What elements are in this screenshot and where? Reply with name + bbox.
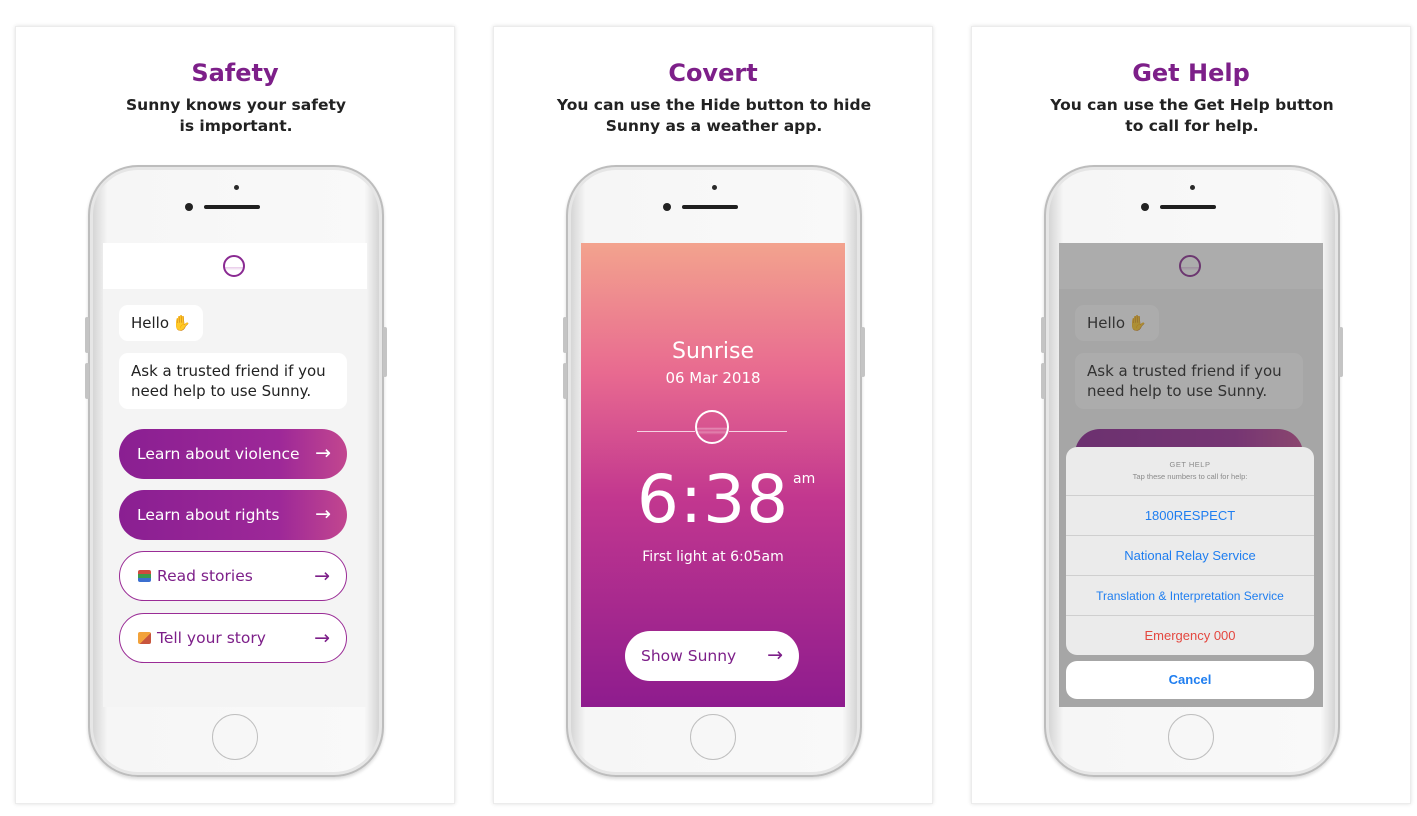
earpiece-speaker [682,205,738,209]
message-line: need help to use Sunny. [131,382,312,400]
front-camera [663,203,671,211]
volume-button [563,363,567,399]
button-label: Tell your story [157,629,266,647]
panel-title: Safety [191,59,279,87]
call-translation-service-option[interactable]: Translation & Interpretation Service [1066,575,1314,615]
panel-subtitle: You can use the Get Help button to call … [992,95,1392,137]
action-sheet-title: GET HELP [1169,460,1211,469]
call-national-relay-option[interactable]: National Relay Service [1066,535,1314,575]
message-line: Ask a trusted friend if you [131,362,326,380]
safety-panel: Safety Sunny knows your safety is import… [15,26,455,804]
subtitle-line: Sunny knows your safety [126,96,346,114]
call-emergency-000-option[interactable]: Emergency 000 [1066,615,1314,655]
volume-button [85,317,89,353]
get-help-screen: Hello ✋ Ask a trusted friend if you need … [1059,243,1323,707]
greeting-text: Hello [131,314,170,332]
subtitle-line: You can use the Get Help button [1050,96,1334,114]
volume-button [1041,317,1045,353]
subtitle-line: Sunny as a weather app. [605,117,823,135]
chat-bubble-greeting: Hello ✋ [119,305,203,341]
time-period: am [793,471,816,487]
get-help-panel: Get Help You can use the Get Help button… [971,26,1411,804]
arrow-right-icon: → [767,644,783,666]
read-stories-button[interactable]: Read stories → [119,551,347,601]
panel-subtitle: You can use the Hide button to hide Sunn… [514,95,914,137]
panel-title: Get Help [1132,59,1250,87]
weather-disguise-screen: Sunrise 06 Mar 2018 6:38 am First light … [581,243,845,707]
subtitle-line: is important. [179,117,293,135]
camera-dot [712,185,717,190]
power-button [1339,327,1343,377]
first-light-text: First light at 6:05am [642,549,784,565]
home-button [212,714,258,760]
arrow-right-icon: → [314,627,330,649]
waving-hand-icon: ✋ [172,314,191,332]
volume-button [1041,363,1045,399]
phone-frame: Sunrise 06 Mar 2018 6:38 am First light … [563,165,865,777]
cancel-button[interactable]: Cancel [1066,661,1314,699]
volume-button [563,317,567,353]
front-camera [1141,203,1149,211]
home-button [690,714,736,760]
camera-dot [234,185,239,190]
front-camera [185,203,193,211]
books-emoji-icon [138,570,151,582]
panel-subtitle: Sunny knows your safety is important. [36,95,436,137]
show-sunny-button[interactable]: Show Sunny → [625,631,799,681]
phone-frame: Hello ✋ Ask a trusted friend if you need … [1041,165,1343,777]
sunny-logo-icon[interactable] [223,255,245,277]
volume-button [85,363,89,399]
arrow-right-icon: → [314,565,330,587]
button-label: Read stories [157,567,253,585]
phone-frame: Hello ✋ Ask a trusted friend if you need … [85,165,387,777]
earpiece-speaker [1160,205,1216,209]
learn-about-rights-button[interactable]: Learn about rights → [119,490,347,540]
action-sheet-header: GET HELP Tap these numbers to call for h… [1066,447,1314,495]
sunrise-icon [695,410,729,444]
horizon-line-left [637,431,695,432]
app-header [103,243,367,289]
weather-title: Sunrise [671,339,754,364]
notebook-emoji-icon [138,632,151,644]
button-label: Learn about violence [137,445,300,463]
call-1800respect-option[interactable]: 1800RESPECT [1066,495,1314,535]
weather-date: 06 Mar 2018 [665,369,761,387]
action-sheet-instruction: Tap these numbers to call for help: [1132,472,1248,481]
button-label: Learn about rights [137,506,280,524]
subtitle-line: You can use the Hide button to hide [556,96,872,114]
earpiece-speaker [204,205,260,209]
covert-panel: Covert You can use the Hide button to hi… [493,26,933,804]
home-button [1168,714,1214,760]
tell-your-story-button[interactable]: Tell your story → [119,613,347,663]
arrow-right-icon: → [315,442,331,464]
camera-dot [1190,185,1195,190]
power-button [383,327,387,377]
arrow-right-icon: → [315,503,331,525]
chat-screen: Hello ✋ Ask a trusted friend if you need … [103,243,367,707]
panel-title: Covert [668,59,758,87]
power-button [861,327,865,377]
get-help-action-sheet: GET HELP Tap these numbers to call for h… [1066,447,1314,655]
horizon-line-right [729,431,787,432]
learn-about-violence-button[interactable]: Learn about violence → [119,429,347,479]
subtitle-line: to call for help. [1125,117,1259,135]
chat-bubble-message: Ask a trusted friend if you need help to… [119,353,347,409]
button-label: Show Sunny [641,647,737,665]
